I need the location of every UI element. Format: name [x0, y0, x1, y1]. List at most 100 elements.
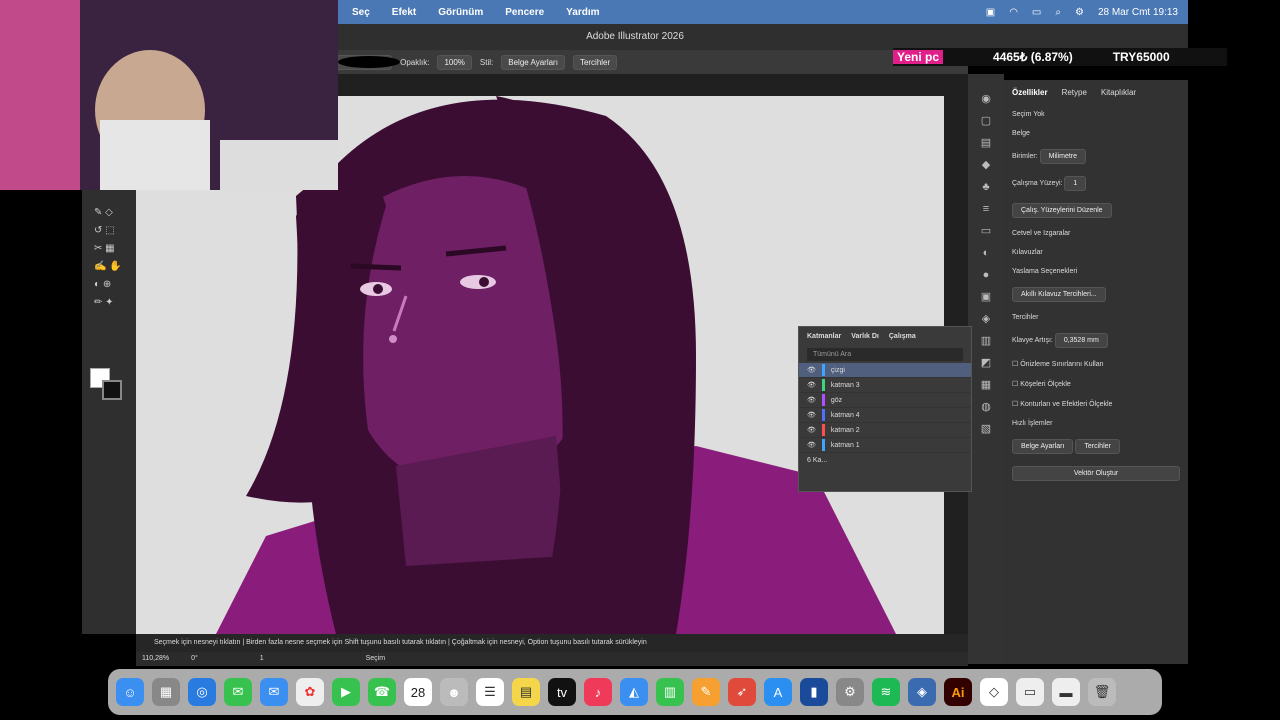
system-settings-icon[interactable]: ⚙: [836, 678, 864, 706]
notes-icon[interactable]: ▤: [512, 678, 540, 706]
safari-icon[interactable]: ◎: [188, 678, 216, 706]
downloads-icon[interactable]: ▬: [1052, 678, 1080, 706]
zoom-dropdown[interactable]: 110,28%: [142, 655, 169, 662]
opacity-input[interactable]: 100%: [437, 54, 472, 70]
visibility-eye-icon[interactable]: 👁: [807, 396, 816, 404]
create-vector-button[interactable]: Vektör Oluştur: [1012, 466, 1180, 481]
wifi-icon[interactable]: ◠: [1009, 7, 1018, 18]
doc-setup-button[interactable]: Belge Ayarları: [501, 54, 565, 70]
tab-properties[interactable]: Özellikler: [1012, 88, 1048, 97]
keyboard-increment-label: Klavye Artışı:: [1012, 337, 1053, 344]
control-center-icon[interactable]: ⚙: [1075, 7, 1084, 18]
tab-retype[interactable]: Retype: [1062, 88, 1087, 97]
quick-prefs-button[interactable]: Tercihler: [1075, 439, 1120, 454]
screen-share-icon[interactable]: ▣: [986, 7, 995, 18]
layers-count: 6 Ka...: [807, 457, 828, 464]
layer-name[interactable]: çizgi: [831, 367, 845, 374]
tab-asset-export[interactable]: Varlık Dı: [851, 333, 879, 340]
mail-icon[interactable]: ✉: [260, 678, 288, 706]
panel-icons[interactable]: ◉ ▢ ▤ ◆ ♣ ≡ ▭ ◐ ● ▣ ◈ ▥ ◩ ▦ ◍ ▧: [968, 74, 1004, 440]
search-icon[interactable]: ⌕: [1055, 7, 1061, 18]
layer-name[interactable]: katman 2: [831, 427, 860, 434]
visibility-eye-icon[interactable]: 👁: [807, 441, 816, 449]
units-label: Birimler:: [1012, 153, 1038, 160]
layer-name[interactable]: göz: [831, 397, 842, 404]
visibility-eye-icon[interactable]: 👁: [807, 411, 816, 419]
layer-color-swatch: [821, 439, 825, 451]
facetime-icon[interactable]: ▶: [332, 678, 360, 706]
layer-color-swatch: [821, 409, 825, 421]
layer-list: 👁 çizgi 👁 katman 3 👁 göz 👁 katman 4 👁 katman 2 👁 ka…: [799, 363, 971, 453]
layer-row[interactable]: 👁 göz: [799, 393, 971, 408]
menu-item-effect[interactable]: Efekt: [392, 7, 416, 18]
illustrator-icon[interactable]: Ai: [944, 678, 972, 706]
document-icon[interactable]: ▭: [1016, 678, 1044, 706]
visibility-eye-icon[interactable]: 👁: [807, 381, 816, 389]
tab-libraries[interactable]: Kitaplıklar: [1101, 88, 1136, 97]
clock[interactable]: 28 Mar Cmt 19:13: [1098, 7, 1178, 18]
finder-icon[interactable]: ☺: [116, 678, 144, 706]
layers-search-input[interactable]: Tümünü Ara: [807, 348, 963, 361]
ticker-label: Yeni pc: [893, 50, 944, 64]
checkbox-scale-corners[interactable]: Köşeleri Ölçekle: [1020, 381, 1071, 388]
keynote-icon[interactable]: ◭: [620, 678, 648, 706]
tool-icons[interactable]: ✎ ◇ ↺ ⬚ ✂ ▦ ✍ ✋ ◐ ⊕ ✏ ✦: [94, 204, 122, 312]
menu-item-select[interactable]: Seç: [352, 7, 370, 18]
menu-item-window[interactable]: Pencere: [505, 7, 544, 18]
layer-name[interactable]: katman 3: [831, 382, 860, 389]
smart-guides-prefs-button[interactable]: Akıllı Kılavuz Tercihleri...: [1012, 287, 1106, 302]
tool-mode: Seçim: [365, 655, 386, 662]
menu-item-view[interactable]: Görünüm: [438, 7, 483, 18]
launchpad-icon[interactable]: ▦: [152, 678, 180, 706]
trash-icon[interactable]: 🗑: [1088, 678, 1116, 706]
app-icon-generic[interactable]: ◈: [908, 678, 936, 706]
layer-color-swatch: [821, 379, 825, 391]
apple-tv-icon[interactable]: tv: [548, 678, 576, 706]
layer-row[interactable]: 👁 katman 1: [799, 438, 971, 453]
battery-icon[interactable]: ▭: [1032, 7, 1041, 18]
opacity-label: Opaklık:: [400, 57, 430, 67]
app-store-icon[interactable]: A: [764, 678, 792, 706]
preview-icon[interactable]: ▮: [800, 678, 828, 706]
rocket-icon[interactable]: ➶: [728, 678, 756, 706]
layer-name[interactable]: katman 4: [831, 412, 860, 419]
units-dropdown[interactable]: Milimetre: [1039, 149, 1087, 164]
layer-row[interactable]: 👁 katman 2: [799, 423, 971, 438]
spotify-icon[interactable]: ≋: [872, 678, 900, 706]
layer-name[interactable]: katman 1: [831, 442, 860, 449]
checkbox-scale-strokes[interactable]: Konturları ve Efektleri Ölçekle: [1020, 401, 1112, 408]
stroke-swatch[interactable]: [102, 380, 122, 400]
artboard-dropdown[interactable]: 1: [1064, 176, 1087, 191]
properties-panel: Özellikler Retype Kitaplıklar Seçim Yok …: [1004, 80, 1188, 664]
app-icon-diamond[interactable]: ◇: [980, 678, 1008, 706]
artboard-label: Çalışma Yüzeyi:: [1012, 180, 1063, 187]
keyboard-increment-input[interactable]: 0,3528 mm: [1054, 333, 1108, 348]
photos-icon[interactable]: ✿: [296, 678, 324, 706]
artboard-nav[interactable]: 1: [260, 655, 264, 662]
tab-layers[interactable]: Katmanlar: [807, 333, 841, 340]
brush-stroke-preview[interactable]: [338, 56, 400, 68]
phone-icon[interactable]: ☎: [368, 678, 396, 706]
layer-row[interactable]: 👁 çizgi: [799, 363, 971, 378]
bottom-bar: 110,28% 0° 1 Seçim: [136, 652, 968, 666]
preferences-button[interactable]: Tercihler: [572, 54, 618, 70]
rulers-grids-label: Cetvel ve Izgaralar: [1012, 230, 1071, 237]
contacts-icon[interactable]: ☻: [440, 678, 468, 706]
music-icon[interactable]: ♪: [584, 678, 612, 706]
rotation-dropdown[interactable]: 0°: [191, 655, 198, 662]
layer-row[interactable]: 👁 katman 3: [799, 378, 971, 393]
menu-item-help[interactable]: Yardım: [566, 7, 599, 18]
quick-doc-setup-button[interactable]: Belge Ayarları: [1012, 439, 1074, 454]
edit-artboards-button[interactable]: Çalış. Yüzeylerini Düzenle: [1012, 203, 1112, 218]
visibility-eye-icon[interactable]: 👁: [807, 366, 816, 374]
pages-icon[interactable]: ✎: [692, 678, 720, 706]
numbers-icon[interactable]: ▥: [656, 678, 684, 706]
calendar-icon[interactable]: 28: [404, 678, 432, 706]
layer-row[interactable]: 👁 katman 4: [799, 408, 971, 423]
checkbox-preview-bounds[interactable]: Önizleme Sınırlarını Kullan: [1020, 361, 1103, 368]
messages-icon[interactable]: ✉: [224, 678, 252, 706]
reminders-icon[interactable]: ☰: [476, 678, 504, 706]
tab-artboards[interactable]: Çalışma: [889, 333, 916, 340]
selection-status: Seçim Yok: [1012, 111, 1045, 118]
visibility-eye-icon[interactable]: 👁: [807, 426, 816, 434]
